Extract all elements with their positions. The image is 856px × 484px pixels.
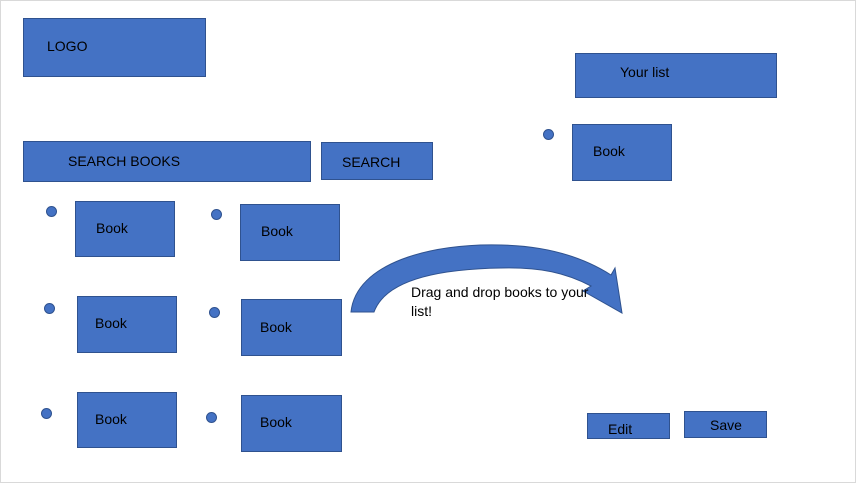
edit-button[interactable]: Edit bbox=[587, 413, 670, 439]
save-button[interactable]: Save bbox=[684, 411, 767, 438]
save-button-label: Save bbox=[710, 417, 742, 433]
edit-button-label: Edit bbox=[608, 421, 633, 437]
wireframe-canvas: LOGO Your list SEARCH BOOKS SEARCH Book … bbox=[0, 0, 856, 483]
drag-drop-hint: Drag and drop books to your list! bbox=[411, 284, 589, 319]
